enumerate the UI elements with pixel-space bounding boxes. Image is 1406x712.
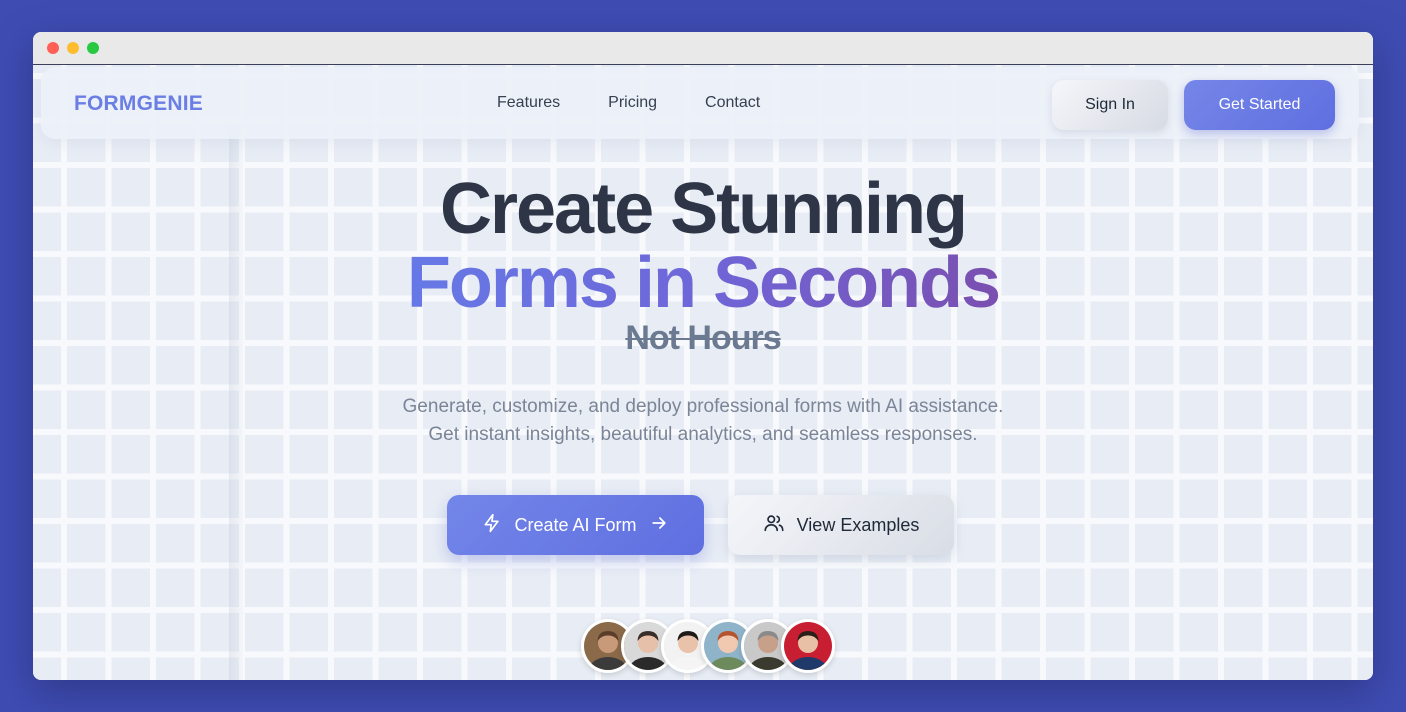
hero-subtitle: Generate, customize, and deploy professi… [33,393,1373,449]
get-started-button[interactable]: Get Started [1184,80,1335,130]
hero-title-gradient-text: Forms in Seconds [406,243,1001,323]
nav-link-contact[interactable]: Contact [705,94,760,112]
create-ai-form-label: Create AI Form [514,514,637,535]
browser-window: FORMGENIE Features Pricing Contact Sign … [33,32,1373,680]
nav-link-features[interactable]: Features [497,94,560,112]
minimize-window-button[interactable] [67,42,79,54]
create-ai-form-button[interactable]: Create AI Form [447,495,704,555]
navbar: FORMGENIE Features Pricing Contact Sign … [41,67,1359,139]
hero-title-line1: Create Stunning [439,169,968,249]
page-viewport: FORMGENIE Features Pricing Contact Sign … [33,65,1373,680]
zoom-window-button[interactable] [87,42,99,54]
lightning-icon [482,513,502,538]
nav-links: Features Pricing Contact [497,94,760,112]
close-window-button[interactable] [47,42,59,54]
brand-logo[interactable]: FORMGENIE [74,92,203,116]
view-examples-button[interactable]: View Examples [728,495,954,555]
hero-subtitle-line1: Generate, customize, and deploy professi… [402,396,1004,417]
arrow-right-icon [649,513,669,538]
struck-through-text: Not Hours [625,319,781,357]
hero-title-line2: Forms in Seconds [33,243,1373,323]
users-icon [763,512,785,539]
avatar [781,619,835,673]
title-bar [33,32,1373,65]
sign-in-button[interactable]: Sign In [1052,80,1168,130]
nav-link-pricing[interactable]: Pricing [608,94,657,112]
hero-subtitle-line2: Get instant insights, beautiful analytic… [428,424,978,445]
view-examples-label: View Examples [796,514,920,535]
